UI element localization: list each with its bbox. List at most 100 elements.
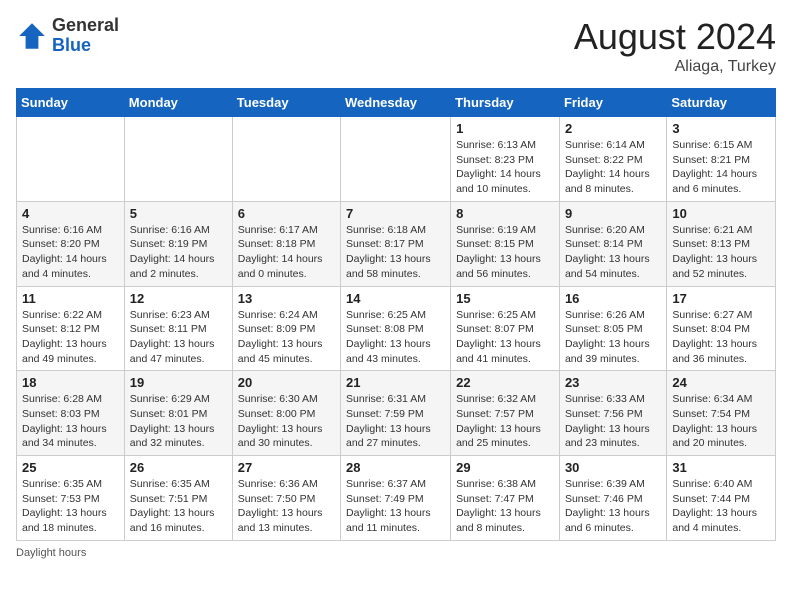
day-number: 2: [565, 121, 661, 136]
logo-blue-text: Blue: [52, 36, 119, 56]
day-info: Sunrise: 6:24 AM Sunset: 8:09 PM Dayligh…: [238, 308, 335, 367]
day-number: 6: [238, 206, 335, 221]
day-number: 17: [672, 291, 770, 306]
calendar-table: SundayMondayTuesdayWednesdayThursdayFrid…: [16, 88, 776, 541]
calendar-cell: 15Sunrise: 6:25 AM Sunset: 8:07 PM Dayli…: [451, 286, 560, 371]
day-info: Sunrise: 6:39 AM Sunset: 7:46 PM Dayligh…: [565, 477, 661, 536]
calendar-cell: 31 Sunrise: 6:40 AM Sunset: 7:44 PM Dayli…: [667, 456, 776, 541]
calendar-cell: 14Sunrise: 6:25 AM Sunset: 8:08 PM Dayli…: [341, 286, 451, 371]
day-number: 16: [565, 291, 661, 306]
calendar-cell: 4 Sunrise: 6:16 AM Sunset: 8:20 PM Daylig…: [17, 201, 125, 286]
month-year-title: August 2024: [574, 16, 776, 58]
day-number: 14: [346, 291, 445, 306]
day-info: Sunrise: 6:17 AM Sunset: 8:18 PM Dayligh…: [238, 223, 335, 282]
day-number: 11: [22, 291, 119, 306]
day-info: Sunrise: 6:35 AM Sunset: 7:53 PM Dayligh…: [22, 477, 119, 536]
page-header: General Blue August 2024 Aliaga, Turkey: [16, 16, 776, 76]
calendar-header-row: SundayMondayTuesdayWednesdayThursdayFrid…: [17, 89, 776, 117]
day-info: Sunrise: 6:29 AM Sunset: 8:01 PM Dayligh…: [130, 392, 227, 451]
daylight-note: Daylight hours: [16, 547, 86, 559]
day-info: Sunrise: 6:38 AM Sunset: 7:47 PM Dayligh…: [456, 477, 554, 536]
day-info: Sunrise: 6:27 AM Sunset: 8:04 PM Dayligh…: [672, 308, 770, 367]
calendar-cell: [17, 117, 125, 202]
day-number: 25: [22, 460, 119, 475]
day-info: Sunrise: 6:32 AM Sunset: 7:57 PM Dayligh…: [456, 392, 554, 451]
calendar-cell: 28Sunrise: 6:37 AM Sunset: 7:49 PM Dayli…: [341, 456, 451, 541]
day-info: Sunrise: 6:35 AM Sunset: 7:51 PM Dayligh…: [130, 477, 227, 536]
day-number: 1: [456, 121, 554, 136]
day-info: Sunrise: 6:16 AM Sunset: 8:19 PM Dayligh…: [130, 223, 227, 282]
calendar-cell: 1 Sunrise: 6:13 AM Sunset: 8:23 PM Daylig…: [451, 117, 560, 202]
location-subtitle: Aliaga, Turkey: [574, 58, 776, 76]
day-info: Sunrise: 6:14 AM Sunset: 8:22 PM Dayligh…: [565, 138, 661, 197]
day-number: 28: [346, 460, 445, 475]
day-info: Sunrise: 6:31 AM Sunset: 7:59 PM Dayligh…: [346, 392, 445, 451]
day-info: Sunrise: 6:13 AM Sunset: 8:23 PM Dayligh…: [456, 138, 554, 197]
calendar-cell: 8Sunrise: 6:19 AM Sunset: 8:15 PM Daylig…: [451, 201, 560, 286]
calendar-cell: 13 Sunrise: 6:24 AM Sunset: 8:09 PM Dayli…: [232, 286, 340, 371]
column-header-thursday: Thursday: [451, 89, 560, 117]
calendar-week-row: 1 Sunrise: 6:13 AM Sunset: 8:23 PM Daylig…: [17, 117, 776, 202]
logo-icon: [16, 20, 48, 52]
day-number: 10: [672, 206, 770, 221]
day-number: 4: [22, 206, 119, 221]
day-number: 27: [238, 460, 335, 475]
calendar-cell: [124, 117, 232, 202]
calendar-cell: [341, 117, 451, 202]
calendar-cell: 10 Sunrise: 6:21 AM Sunset: 8:13 PM Dayli…: [667, 201, 776, 286]
calendar-cell: 29 Sunrise: 6:38 AM Sunset: 7:47 PM Dayli…: [451, 456, 560, 541]
day-number: 18: [22, 375, 119, 390]
day-info: Sunrise: 6:28 AM Sunset: 8:03 PM Dayligh…: [22, 392, 119, 451]
calendar-cell: [232, 117, 340, 202]
calendar-cell: 16Sunrise: 6:26 AM Sunset: 8:05 PM Dayli…: [559, 286, 666, 371]
calendar-cell: 9 Sunrise: 6:20 AM Sunset: 8:14 PM Daylig…: [559, 201, 666, 286]
calendar-cell: 11Sunrise: 6:22 AM Sunset: 8:12 PM Dayli…: [17, 286, 125, 371]
day-info: Sunrise: 6:15 AM Sunset: 8:21 PM Dayligh…: [672, 138, 770, 197]
day-number: 12: [130, 291, 227, 306]
day-info: Sunrise: 6:34 AM Sunset: 7:54 PM Dayligh…: [672, 392, 770, 451]
logo-general-text: General: [52, 16, 119, 36]
calendar-cell: 25 Sunrise: 6:35 AM Sunset: 7:53 PM Dayli…: [17, 456, 125, 541]
column-header-sunday: Sunday: [17, 89, 125, 117]
day-number: 13: [238, 291, 335, 306]
calendar-week-row: 25 Sunrise: 6:35 AM Sunset: 7:53 PM Dayli…: [17, 456, 776, 541]
column-header-monday: Monday: [124, 89, 232, 117]
day-info: Sunrise: 6:21 AM Sunset: 8:13 PM Dayligh…: [672, 223, 770, 282]
calendar-cell: 7 Sunrise: 6:18 AM Sunset: 8:17 PM Daylig…: [341, 201, 451, 286]
column-header-saturday: Saturday: [667, 89, 776, 117]
calendar-cell: 23 Sunrise: 6:33 AM Sunset: 7:56 PM Dayli…: [559, 371, 666, 456]
column-header-friday: Friday: [559, 89, 666, 117]
day-info: Sunrise: 6:18 AM Sunset: 8:17 PM Dayligh…: [346, 223, 445, 282]
calendar-cell: 5 Sunrise: 6:16 AM Sunset: 8:19 PM Daylig…: [124, 201, 232, 286]
day-info: Sunrise: 6:25 AM Sunset: 8:07 PM Dayligh…: [456, 308, 554, 367]
day-number: 29: [456, 460, 554, 475]
day-info: Sunrise: 6:16 AM Sunset: 8:20 PM Dayligh…: [22, 223, 119, 282]
day-info: Sunrise: 6:30 AM Sunset: 8:00 PM Dayligh…: [238, 392, 335, 451]
calendar-week-row: 4 Sunrise: 6:16 AM Sunset: 8:20 PM Daylig…: [17, 201, 776, 286]
calendar-cell: 17 Sunrise: 6:27 AM Sunset: 8:04 PM Dayli…: [667, 286, 776, 371]
day-info: Sunrise: 6:40 AM Sunset: 7:44 PM Dayligh…: [672, 477, 770, 536]
day-number: 5: [130, 206, 227, 221]
calendar-cell: 30 Sunrise: 6:39 AM Sunset: 7:46 PM Dayli…: [559, 456, 666, 541]
calendar-week-row: 18 Sunrise: 6:28 AM Sunset: 8:03 PM Dayli…: [17, 371, 776, 456]
day-number: 23: [565, 375, 661, 390]
day-number: 30: [565, 460, 661, 475]
column-header-tuesday: Tuesday: [232, 89, 340, 117]
day-number: 26: [130, 460, 227, 475]
column-header-wednesday: Wednesday: [341, 89, 451, 117]
day-number: 21: [346, 375, 445, 390]
day-number: 7: [346, 206, 445, 221]
day-info: Sunrise: 6:20 AM Sunset: 8:14 PM Dayligh…: [565, 223, 661, 282]
day-number: 22: [456, 375, 554, 390]
day-number: 31: [672, 460, 770, 475]
calendar-week-row: 11Sunrise: 6:22 AM Sunset: 8:12 PM Dayli…: [17, 286, 776, 371]
day-number: 9: [565, 206, 661, 221]
calendar-cell: 6 Sunrise: 6:17 AM Sunset: 8:18 PM Daylig…: [232, 201, 340, 286]
calendar-cell: 18 Sunrise: 6:28 AM Sunset: 8:03 PM Dayli…: [17, 371, 125, 456]
calendar-cell: 3 Sunrise: 6:15 AM Sunset: 8:21 PM Daylig…: [667, 117, 776, 202]
day-info: Sunrise: 6:33 AM Sunset: 7:56 PM Dayligh…: [565, 392, 661, 451]
calendar-cell: 19Sunrise: 6:29 AM Sunset: 8:01 PM Dayli…: [124, 371, 232, 456]
day-number: 3: [672, 121, 770, 136]
logo: General Blue: [16, 16, 119, 56]
logo-text: General Blue: [52, 16, 119, 56]
